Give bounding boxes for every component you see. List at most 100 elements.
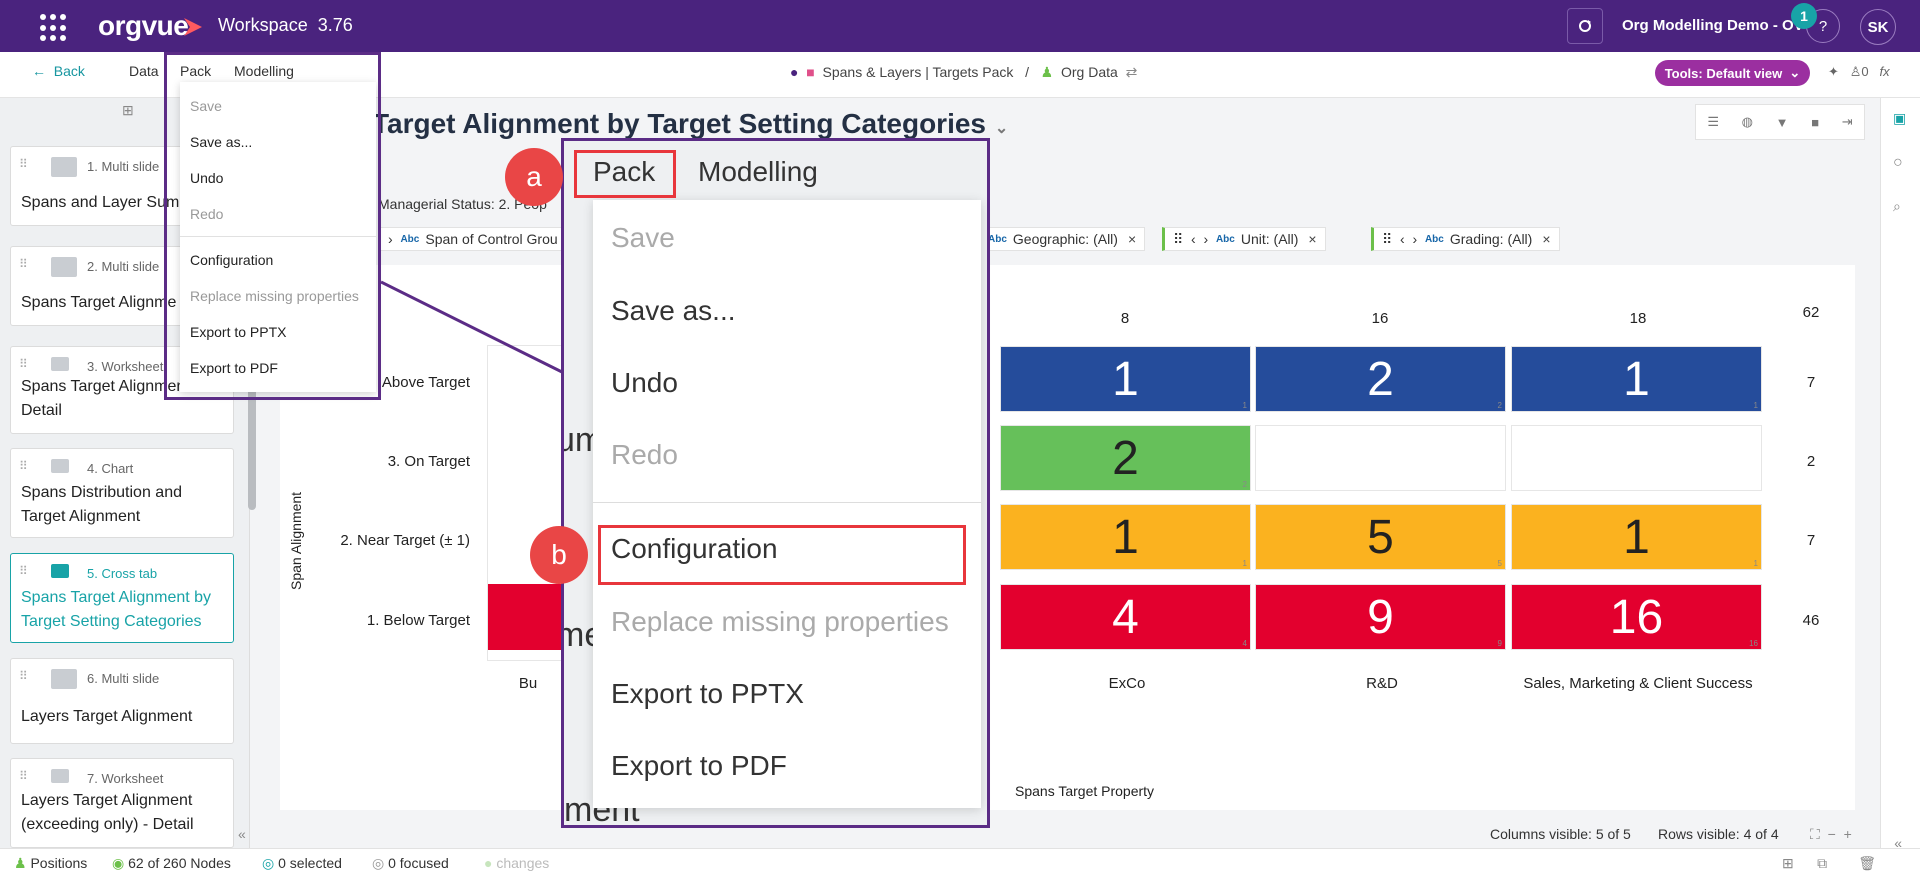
- column-category: Sales, Marketing & Client Success: [1523, 675, 1753, 692]
- menu-data[interactable]: Data: [129, 63, 159, 79]
- filter-chip-unit[interactable]: ⠿ ‹ › Abc Unit: (All) ×: [1162, 227, 1326, 251]
- slide-meta: 1. Multi slide: [87, 159, 160, 174]
- crosstab-cell-empty[interactable]: [1255, 425, 1506, 491]
- crosstab-cell[interactable]: 44: [1000, 584, 1251, 650]
- slide-title: Layers Target Alignment: [21, 708, 193, 725]
- palette-icon[interactable]: ◍: [1742, 114, 1753, 130]
- search-icon[interactable]: ⌕: [1893, 198, 1901, 215]
- highlight-frame-small: [164, 52, 381, 400]
- zoom-out-icon[interactable]: −: [1828, 826, 1836, 842]
- add-icon[interactable]: ⊞: [1782, 855, 1794, 871]
- step-badge-a: a: [505, 148, 563, 206]
- crosstab-cell[interactable]: 99: [1255, 584, 1506, 650]
- filter-chip-geographic[interactable]: Abc Geographic: (All) ×: [980, 227, 1146, 251]
- slide-title: Spans Target Alignme: [21, 294, 177, 311]
- zoom-menu-save-as[interactable]: Save as...: [611, 295, 736, 327]
- close-icon[interactable]: ×: [1542, 231, 1550, 247]
- drag-handle-icon[interactable]: ⠿: [19, 459, 28, 473]
- notification-badge[interactable]: 1: [1791, 3, 1817, 29]
- changes-status[interactable]: ● changes: [484, 855, 549, 871]
- rows-visible: Rows visible: 4 of 4: [1658, 826, 1779, 842]
- chevron-down-icon[interactable]: ⌄: [986, 120, 1008, 137]
- cell-value: 9: [1367, 590, 1394, 644]
- filter-icon[interactable]: ▼: [1776, 115, 1789, 130]
- zoom-in-icon[interactable]: +: [1844, 826, 1852, 842]
- dot-icon: ●: [790, 64, 803, 80]
- cell-value: 5: [1367, 510, 1394, 564]
- selected-status[interactable]: ◎ 0 selected: [262, 855, 342, 872]
- crosstab-cell[interactable]: 11: [1511, 346, 1762, 412]
- crosstab-cell[interactable]: 11: [1000, 346, 1251, 412]
- drag-handle-icon[interactable]: ⠿: [19, 669, 28, 683]
- slide-card-7[interactable]: ⠿ 7. Worksheet Layers Target Alignment (…: [10, 758, 234, 848]
- fullscreen-icon[interactable]: ⛶: [1810, 826, 1820, 842]
- filter-chip-grading[interactable]: ⠿ ‹ › Abc Grading: (All) ×: [1371, 227, 1560, 251]
- sync-icon[interactable]: ⇄: [1122, 64, 1138, 80]
- slide-meta: 6. Multi slide: [87, 671, 160, 686]
- crosstab-cell[interactable]: 11: [1511, 504, 1762, 570]
- app-launcher-icon[interactable]: [40, 14, 68, 42]
- user-count-icon[interactable]: ♙: [1850, 64, 1862, 79]
- slide-card-6[interactable]: ⠿ 6. Multi slide Layers Target Alignment: [10, 658, 234, 744]
- breadcrumb-pack[interactable]: Spans & Layers | Targets Pack: [823, 64, 1014, 80]
- close-icon[interactable]: ×: [1308, 231, 1316, 247]
- chevron-left-icon[interactable]: ‹: [1191, 231, 1203, 247]
- add-slide-icon[interactable]: ⊞: [122, 102, 134, 119]
- tools-view-dropdown[interactable]: Tools: Default view ⌄: [1655, 60, 1810, 86]
- circle-icon[interactable]: ○: [1893, 154, 1903, 172]
- text-type-icon: Abc: [988, 233, 1007, 245]
- pin-area: ✦ ♙0 fx: [1828, 64, 1890, 80]
- cell-count: 1: [1242, 401, 1247, 410]
- crosstab-cell[interactable]: 22: [1000, 425, 1251, 491]
- drag-handle-icon[interactable]: ⠿: [1173, 231, 1191, 248]
- drag-handle-icon[interactable]: ⠿: [19, 157, 28, 171]
- export-icon[interactable]: ⇥: [1842, 114, 1853, 130]
- drag-handle-icon[interactable]: ⠿: [19, 357, 28, 371]
- chevron-left-icon[interactable]: ‹: [1400, 231, 1412, 247]
- drag-handle-icon[interactable]: ⠿: [19, 769, 28, 783]
- zoom-menu-export-pdf[interactable]: Export to PDF: [611, 750, 787, 782]
- text-type-icon: Abc: [400, 233, 420, 245]
- crosstab-cell-empty[interactable]: [1511, 425, 1762, 491]
- thumbnail-icon: [51, 769, 69, 783]
- positions-label: Positions: [30, 855, 88, 871]
- focused-status[interactable]: ◎ 0 focused: [372, 855, 449, 872]
- chart-panel-icon[interactable]: ▣: [1893, 110, 1906, 127]
- back-label: Back: [53, 63, 85, 79]
- chevron-right-icon[interactable]: ›: [1204, 231, 1216, 247]
- copy-icon[interactable]: ⧉: [1817, 855, 1827, 871]
- zoom-menu-redo: Redo: [611, 439, 678, 470]
- crosstab-cell[interactable]: 11: [1000, 504, 1251, 570]
- zoom-menu-divider: [593, 502, 981, 503]
- positions-status[interactable]: ♟ Positions: [14, 855, 87, 872]
- zoom-menu-undo[interactable]: Undo: [611, 367, 678, 399]
- refresh-button[interactable]: [1567, 8, 1603, 44]
- back-link[interactable]: ← Back: [32, 63, 85, 79]
- crosstab-cell[interactable]: 16 16: [1511, 584, 1762, 650]
- filter-chip-span-control[interactable]: › Abc Span of Control Grou: [380, 227, 567, 251]
- drag-handle-icon[interactable]: ⠿: [1382, 231, 1400, 248]
- crosstab-cell[interactable]: 55: [1255, 504, 1506, 570]
- drag-handle-icon[interactable]: ⠿: [19, 257, 28, 271]
- comment-icon[interactable]: ■: [1811, 115, 1819, 130]
- trash-icon[interactable]: 🗑: [1858, 855, 1876, 871]
- close-icon[interactable]: ×: [1128, 231, 1136, 247]
- crosstab-cell[interactable]: 22: [1255, 346, 1506, 412]
- nodes-status[interactable]: ◉ 62 of 260 Nodes: [112, 855, 231, 872]
- pin-icon[interactable]: ✦: [1828, 64, 1839, 79]
- zoom-tab-modelling[interactable]: Modelling: [698, 156, 818, 188]
- slide-card-5[interactable]: ⠿ 5. Cross tab Spans Target Alignment by…: [10, 553, 234, 643]
- formula-icon[interactable]: fx: [1879, 64, 1889, 79]
- zoom-menu-export-pptx[interactable]: Export to PPTX: [611, 678, 804, 710]
- collapse-sidebar-icon[interactable]: «: [238, 826, 246, 842]
- breadcrumb-data[interactable]: Org Data: [1061, 64, 1118, 80]
- bu-below-target-cell[interactable]: [488, 584, 563, 650]
- row-total: 7: [1806, 374, 1816, 391]
- user-avatar[interactable]: SK: [1860, 9, 1896, 45]
- project-name[interactable]: Org Modelling Demo - OV: [1622, 17, 1804, 34]
- chevron-right-icon[interactable]: ›: [1413, 231, 1425, 247]
- drag-handle-icon[interactable]: ⠿: [19, 564, 28, 578]
- orgvue-logo: orgvue: [98, 10, 189, 41]
- slide-card-4[interactable]: ⠿ 4. Chart Spans Distribution and Target…: [10, 448, 234, 538]
- list-icon[interactable]: ☰: [1707, 114, 1719, 130]
